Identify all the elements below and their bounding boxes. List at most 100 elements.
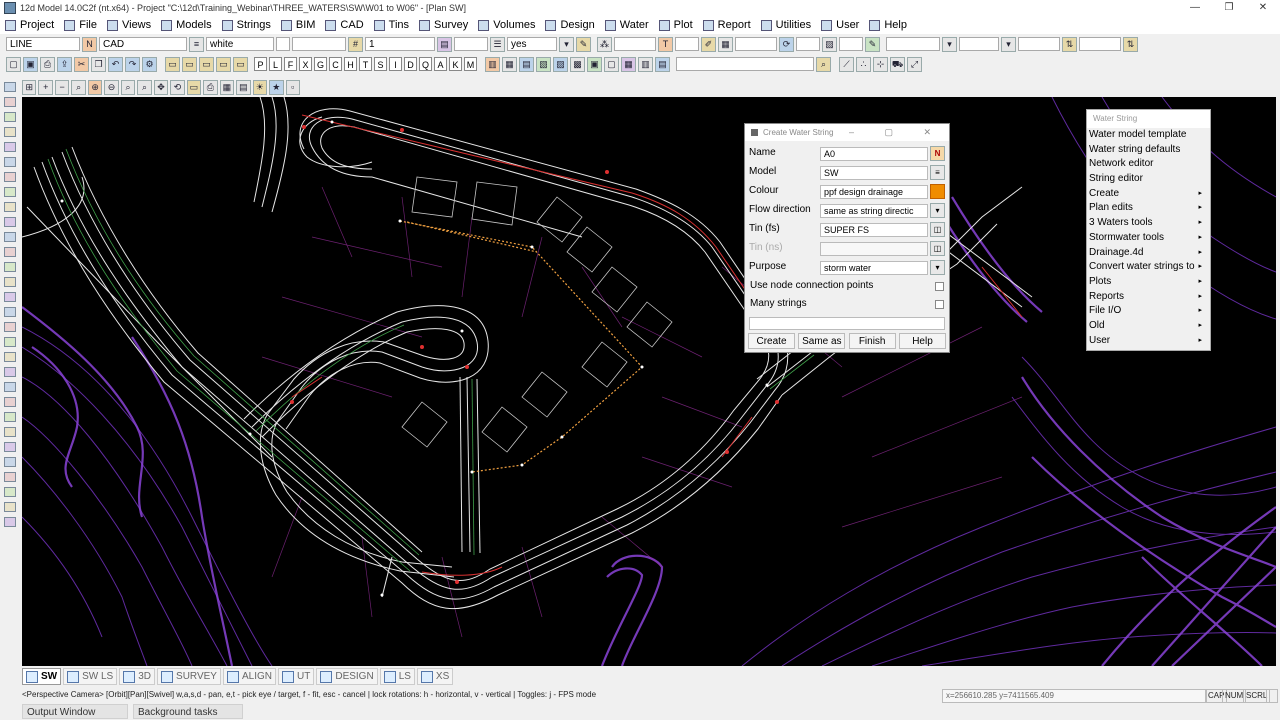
text-icon[interactable]: T — [658, 36, 673, 52]
menu-plot[interactable]: Plot — [654, 16, 698, 34]
menu-models[interactable]: Models — [156, 16, 216, 34]
weight-field[interactable]: 1 — [365, 37, 435, 51]
tool-5-icon[interactable]: ▨ — [553, 56, 568, 72]
value2-field[interactable] — [1079, 37, 1121, 51]
menu-help[interactable]: Help — [864, 16, 912, 34]
left-tool-5-icon[interactable] — [4, 142, 16, 152]
left-tool-20-icon[interactable] — [4, 367, 16, 377]
water-menu-item-user[interactable]: User ▸ — [1087, 334, 1210, 349]
left-tool-16-icon[interactable] — [4, 307, 16, 317]
hatch-icon[interactable]: ▨ — [822, 36, 837, 52]
rotate-icon[interactable]: ⟳ — [779, 36, 794, 52]
model-input[interactable]: SW — [820, 166, 928, 180]
flow-direction-dropdown-icon[interactable]: ▾ — [930, 203, 945, 218]
pen-icon[interactable]: ✎ — [576, 36, 591, 52]
left-tool-4-icon[interactable] — [4, 127, 16, 137]
view-tab-xs[interactable]: XS — [416, 668, 454, 685]
tool-7-icon[interactable]: ▣ — [587, 56, 602, 72]
left-tool-29-icon[interactable] — [4, 502, 16, 512]
pencil-icon[interactable]: ✐ — [701, 36, 716, 52]
value-field[interactable] — [1018, 37, 1060, 51]
menu-utilities[interactable]: Utilities — [756, 16, 816, 34]
model-list-icon[interactable]: ≡ — [930, 165, 945, 180]
snap-g-button[interactable]: G — [314, 57, 327, 71]
flow-direction-select[interactable]: same as string directic — [820, 204, 928, 218]
snap-l-button[interactable]: L — [269, 57, 282, 71]
menu-project[interactable]: Project — [0, 16, 59, 34]
auto-name-icon[interactable]: N — [930, 146, 945, 161]
print-icon[interactable]: ⎙ — [40, 56, 55, 72]
snap-f-button[interactable]: F — [284, 57, 297, 71]
left-tool-3-icon[interactable] — [4, 112, 16, 122]
menu-tins[interactable]: Tins — [369, 16, 414, 34]
left-tool-7-icon[interactable] — [4, 172, 16, 182]
menu-views[interactable]: Views — [102, 16, 156, 34]
folder-down-icon[interactable]: ▭ — [216, 56, 231, 72]
water-menu-item-string-editor[interactable]: String editor — [1087, 172, 1210, 187]
style-field[interactable] — [292, 37, 346, 51]
rotate-view-icon[interactable]: ⟲ — [170, 80, 185, 95]
rotate-field[interactable] — [796, 37, 820, 51]
water-menu-item-plots[interactable]: Plots ▸ — [1087, 275, 1210, 290]
left-tool-12-icon[interactable] — [4, 247, 16, 257]
search-icon[interactable]: ⌕ — [816, 56, 831, 72]
same-as-button[interactable]: Same as — [798, 333, 846, 349]
water-menu-item-water-model-template[interactable]: Water model template — [1087, 128, 1210, 143]
output-window-tab[interactable]: Output Window — [22, 704, 128, 719]
command-search-field[interactable] — [676, 57, 814, 71]
snap-a-button[interactable]: A — [434, 57, 447, 71]
car-icon[interactable]: ⛟ — [890, 56, 905, 72]
folder-open-icon[interactable]: ▭ — [182, 56, 197, 72]
snap-x-button[interactable]: X — [299, 57, 312, 71]
symbol-field[interactable] — [614, 37, 656, 51]
snap-t-button[interactable]: T — [359, 57, 372, 71]
left-tool-21-icon[interactable] — [4, 382, 16, 392]
menu-report[interactable]: Report — [698, 16, 756, 34]
tool-9-icon[interactable]: ▦ — [621, 56, 636, 72]
copy-icon[interactable]: ❐ — [91, 56, 106, 72]
snap-c-button[interactable]: C — [329, 57, 342, 71]
sun-icon[interactable]: ☀ — [252, 80, 268, 95]
many-strings-checkbox[interactable] — [935, 300, 944, 309]
tool-8-icon[interactable]: ▢ — [604, 56, 619, 72]
left-tool-22-icon[interactable] — [4, 397, 16, 407]
pointer-icon[interactable]: ⤢ — [907, 56, 922, 72]
water-menu-item-water-string-defaults[interactable]: Water string defaults — [1087, 143, 1210, 158]
menu-bim[interactable]: BIM — [276, 16, 321, 34]
left-tool-11-icon[interactable] — [4, 232, 16, 242]
zoom-icon[interactable]: ⌕ — [71, 80, 86, 95]
water-menu-item-reports[interactable]: Reports ▸ — [1087, 290, 1210, 305]
water-menu-item-old[interactable]: Old ▸ — [1087, 319, 1210, 334]
n-icon[interactable]: N — [82, 36, 97, 52]
left-tool-6-icon[interactable] — [4, 157, 16, 167]
left-tool-26-icon[interactable] — [4, 457, 16, 467]
new-icon[interactable]: ▢ — [6, 56, 21, 72]
snap-s-button[interactable]: S — [374, 57, 387, 71]
filter-field[interactable] — [886, 37, 940, 51]
pan-icon[interactable]: ✥ — [153, 80, 169, 95]
left-tool-27-icon[interactable] — [4, 472, 16, 482]
finish-button[interactable]: Finish — [848, 333, 896, 349]
water-menu-item-stormwater-tools[interactable]: Stormwater tools ▸ — [1087, 231, 1210, 246]
water-menu-item-convert-water-strings-to[interactable]: Convert water strings to ▸ — [1087, 260, 1210, 275]
value-icon[interactable]: ⇅ — [1062, 36, 1077, 52]
style-icon[interactable]: # — [348, 36, 363, 52]
menu-file[interactable]: File — [59, 16, 102, 34]
pattern-icon[interactable]: ▦ — [718, 36, 733, 52]
left-tool-2-icon[interactable] — [4, 97, 16, 107]
star-icon[interactable]: ★ — [269, 80, 284, 95]
water-menu-item-network-editor[interactable]: Network editor — [1087, 157, 1210, 172]
save-icon[interactable]: ▣ — [23, 56, 38, 72]
tin-fs-pick-icon[interactable]: ◫ — [930, 222, 945, 237]
upload-icon[interactable]: ⇪ — [57, 56, 72, 72]
help-button[interactable]: Help — [898, 333, 946, 349]
lines-icon[interactable]: ☰ — [490, 36, 505, 52]
water-menu-item-file-i-o[interactable]: File I/O ▸ — [1087, 304, 1210, 319]
left-tool-13-icon[interactable] — [4, 262, 16, 272]
left-tool-30-icon[interactable] — [4, 517, 16, 527]
dialog-window-controls[interactable]: – ▢ ✕ — [849, 124, 945, 141]
view-add-icon[interactable]: + — [38, 80, 53, 95]
points-icon[interactable]: ∴ — [856, 56, 871, 72]
snap-m-button[interactable]: M — [464, 57, 477, 71]
left-tool-9-icon[interactable] — [4, 202, 16, 212]
